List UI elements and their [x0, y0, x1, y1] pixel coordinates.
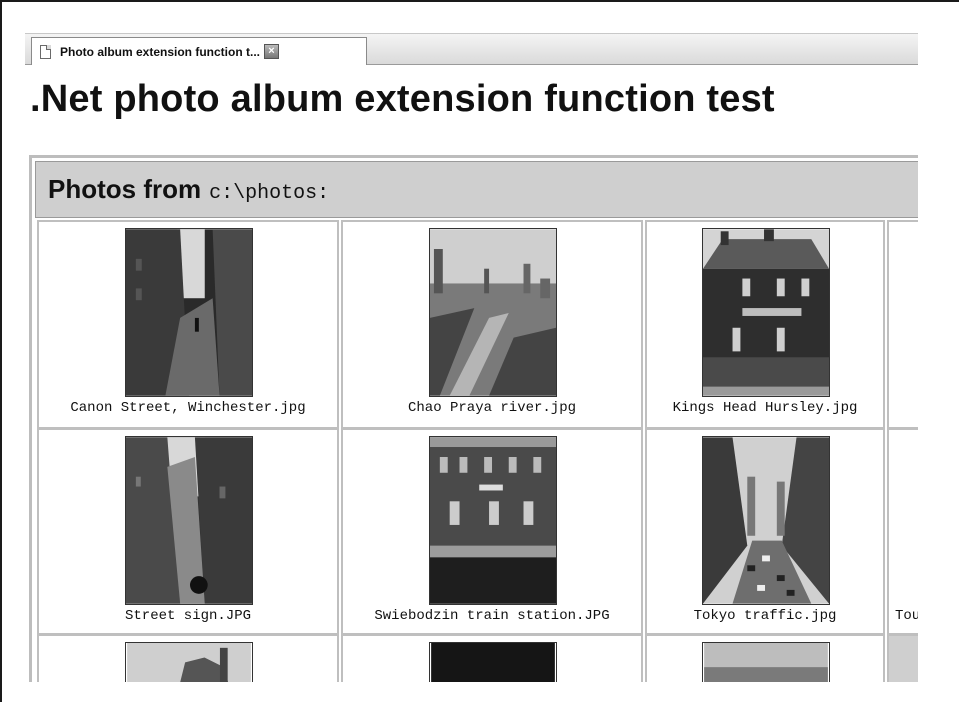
- photo-cell[interactable]: [341, 634, 643, 682]
- album-header-label: Photos from c:\photos:: [48, 174, 329, 205]
- album-header-path: c:\photos:: [209, 182, 330, 205]
- photo-cell[interactable]: [887, 220, 918, 429]
- photo-album-table: Photos from c:\photos: Canon Street, Winc…: [29, 155, 918, 682]
- album-header-label-text: Photos from: [48, 174, 202, 204]
- photo-cell[interactable]: Street sign.JPG: [37, 428, 339, 635]
- city-view-photo[interactable]: [702, 642, 830, 682]
- photo-cell[interactable]: [645, 634, 885, 682]
- photo-cell[interactable]: Canon Street, Winchester.jpg: [37, 220, 339, 429]
- page-bottom: [2, 682, 959, 702]
- photo-caption: Chao Praya river.jpg: [407, 400, 577, 416]
- tab-bar: Photo album extension function t... ×: [25, 33, 918, 65]
- photo-caption: Tokyo traffic.jpg: [693, 608, 837, 624]
- photo-caption: Street sign.JPG: [124, 608, 252, 624]
- document-icon: [40, 44, 51, 59]
- photo-caption: Kings Head Hursley.jpg: [672, 400, 858, 416]
- pub-building-photo[interactable]: [702, 228, 830, 397]
- dark-photo[interactable]: [429, 642, 557, 682]
- photo-caption: Swiebodzin train station.JPG: [374, 608, 610, 624]
- photo-cell[interactable]: Chao Praya river.jpg: [341, 220, 643, 429]
- river-city-photo[interactable]: [429, 228, 557, 397]
- photo-caption: Canon Street, Winchester.jpg: [70, 400, 306, 416]
- tab-photo-album[interactable]: Photo album extension function t... ×: [31, 37, 367, 65]
- photo-cell[interactable]: [887, 634, 918, 682]
- page-title: .Net photo album extension function test: [30, 78, 775, 120]
- photo-caption: Tou: [895, 608, 918, 624]
- photo-cell[interactable]: [37, 634, 339, 682]
- photo-cell[interactable]: Swiebodzin train station.JPG: [341, 428, 643, 635]
- album-header: Photos from c:\photos:: [35, 161, 918, 218]
- alley-photo[interactable]: [125, 436, 253, 605]
- photo-cell[interactable]: Tokyo traffic.jpg: [645, 428, 885, 635]
- photo-cell[interactable]: Tou: [887, 428, 918, 635]
- cathedral-photo[interactable]: [125, 642, 253, 682]
- close-icon[interactable]: ×: [264, 44, 279, 59]
- train-station-photo[interactable]: [429, 436, 557, 605]
- window-frame-left: [0, 0, 2, 702]
- tab-title: Photo album extension function t...: [60, 44, 260, 59]
- window-frame-top: [0, 0, 959, 2]
- traffic-street-photo[interactable]: [702, 436, 830, 605]
- photo-cell[interactable]: Kings Head Hursley.jpg: [645, 220, 885, 429]
- narrow-street-photo[interactable]: [125, 228, 253, 397]
